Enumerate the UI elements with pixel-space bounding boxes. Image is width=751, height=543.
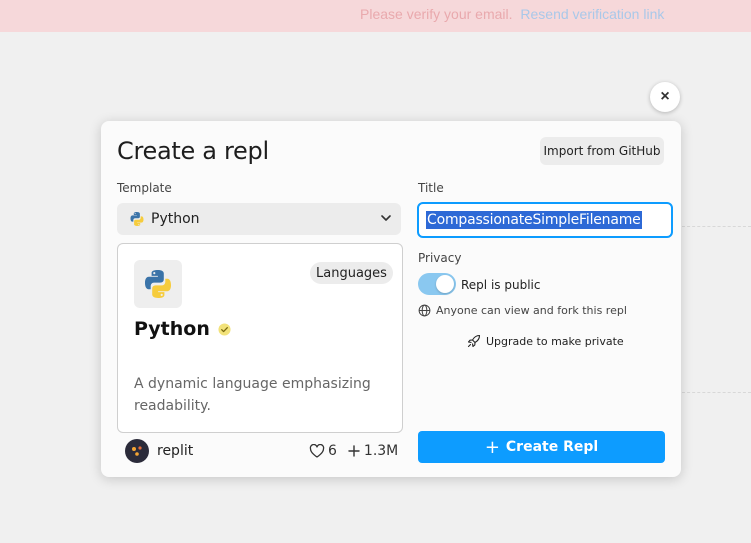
chevron-down-icon — [381, 215, 391, 221]
create-repl-modal: Create a repl Import from GitHub Templat… — [101, 121, 681, 477]
close-button[interactable]: × — [650, 82, 680, 112]
template-name: Python — [134, 318, 231, 340]
template-select-value: Python — [151, 211, 200, 227]
public-toggle[interactable] — [418, 273, 456, 295]
python-icon — [145, 270, 171, 298]
template-author[interactable]: replit — [125, 439, 193, 463]
author-name: replit — [157, 443, 194, 459]
python-icon — [130, 212, 144, 226]
title-input-value: CompassionateSimpleFilename — [426, 211, 642, 229]
template-card[interactable]: Languages Python A dynamic language emph… — [117, 243, 403, 433]
toggle-label: Repl is public — [461, 278, 541, 292]
banner-message: Please verify your email. — [360, 6, 513, 22]
create-repl-button[interactable]: + Create Repl — [418, 431, 665, 463]
likes-count: 6 — [328, 443, 337, 459]
import-from-github-button[interactable]: Import from GitHub — [540, 137, 664, 165]
close-icon: × — [660, 88, 670, 105]
verify-email-banner: Please verify your email. Resend verific… — [0, 0, 751, 32]
globe-icon — [418, 304, 431, 317]
template-name-text: Python — [134, 318, 210, 340]
upgrade-to-private-link[interactable]: Upgrade to make private — [467, 334, 624, 348]
replit-logo-icon — [132, 446, 142, 456]
privacy-note: Anyone can view and fork this repl — [418, 304, 627, 317]
background-divider — [682, 226, 751, 227]
template-icon-box — [134, 260, 182, 308]
template-stats: 6 1.3M — [309, 443, 398, 459]
template-description: A dynamic language emphasizing readabili… — [134, 376, 371, 414]
upgrade-text: Upgrade to make private — [486, 334, 624, 348]
banner-text: Please verify your email. Resend verific… — [360, 6, 664, 22]
avatar — [125, 439, 149, 463]
template-label: Template — [117, 181, 172, 195]
title-input[interactable]: CompassionateSimpleFilename — [417, 202, 673, 238]
forks-count: 1.3M — [363, 443, 399, 459]
create-repl-label: Create Repl — [505, 439, 599, 455]
template-select[interactable]: Python — [117, 203, 401, 235]
privacy-label: Privacy — [418, 251, 462, 265]
rocket-icon — [467, 334, 481, 348]
languages-badge: Languages — [310, 262, 393, 284]
heart-icon — [309, 444, 325, 458]
resend-verification-link[interactable]: Resend verification link — [520, 6, 664, 22]
plus-icon: + — [484, 436, 500, 458]
background-divider — [682, 392, 751, 393]
fork-plus-icon — [348, 445, 360, 457]
privacy-note-text: Anyone can view and fork this repl — [436, 304, 627, 317]
title-label: Title — [418, 181, 444, 195]
verified-icon — [218, 322, 231, 336]
toggle-knob — [436, 275, 454, 293]
modal-title: Create a repl — [117, 137, 269, 165]
